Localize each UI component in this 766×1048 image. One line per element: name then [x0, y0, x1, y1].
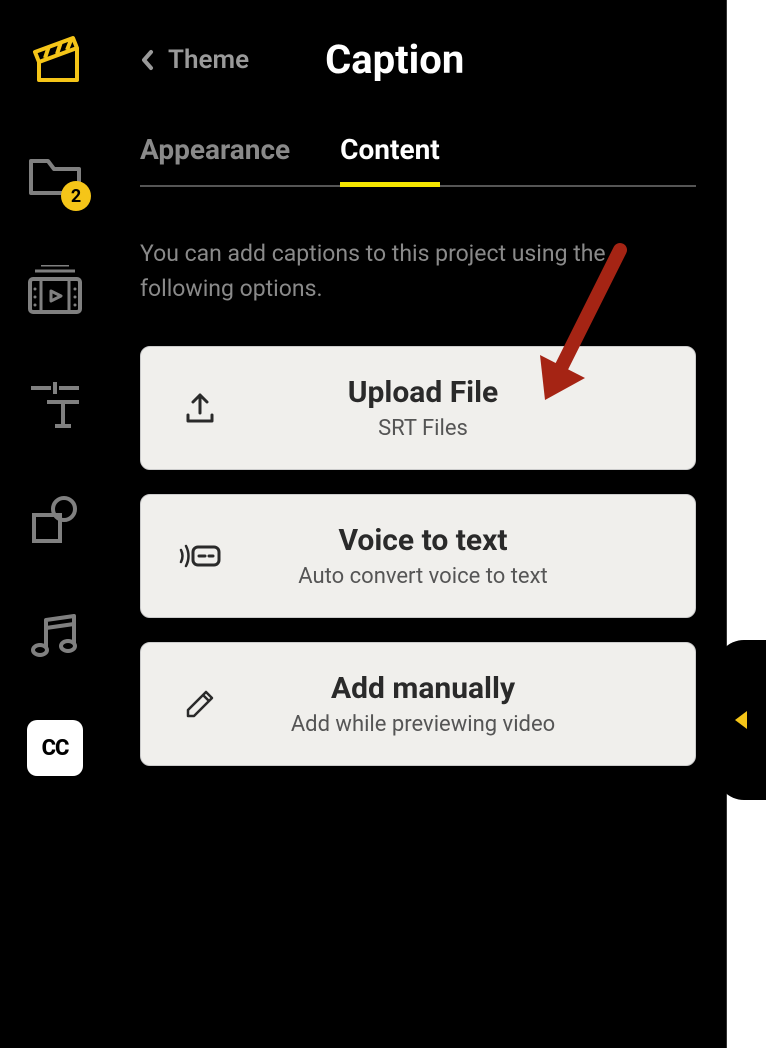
- caption-panel: 2: [0, 0, 727, 1048]
- sidebar-item-templates[interactable]: [25, 260, 85, 320]
- panel-header: Theme Caption: [140, 36, 696, 83]
- tab-content[interactable]: Content: [340, 133, 440, 187]
- cc-icon: CC: [42, 736, 69, 761]
- option-title: Upload File: [245, 375, 601, 410]
- video-templates-icon: [27, 265, 83, 315]
- tab-appearance[interactable]: Appearance: [140, 133, 290, 187]
- option-subtitle: SRT Files: [245, 416, 601, 441]
- upload-icon: [165, 391, 235, 425]
- option-upload-file[interactable]: Upload File SRT Files: [140, 346, 696, 470]
- page-title: Caption: [325, 36, 464, 83]
- chevron-left-icon: [140, 49, 154, 71]
- back-button[interactable]: Theme: [140, 45, 249, 75]
- text-settings-icon: [27, 380, 83, 430]
- shapes-icon: [30, 495, 80, 545]
- main-content: Theme Caption Appearance Content You can…: [110, 0, 726, 1048]
- option-title: Voice to text: [245, 523, 601, 558]
- option-add-manually[interactable]: Add manually Add while previewing video: [140, 642, 696, 766]
- caption-options: Upload File SRT Files Voice to text: [140, 346, 696, 766]
- option-subtitle: Auto convert voice to text: [245, 564, 601, 589]
- sidebar-item-audio[interactable]: [25, 605, 85, 665]
- tool-sidebar: 2: [0, 0, 110, 1048]
- option-voice-to-text[interactable]: Voice to text Auto convert voice to text: [140, 494, 696, 618]
- option-title: Add manually: [245, 671, 601, 706]
- music-note-icon: [30, 610, 80, 660]
- film-clapper-icon: [27, 32, 83, 88]
- sidebar-item-theme[interactable]: [25, 30, 85, 90]
- voice-to-text-icon: [165, 542, 235, 570]
- option-subtitle: Add while previewing video: [245, 712, 601, 737]
- description-text: You can add captions to this project usi…: [140, 237, 696, 306]
- back-label: Theme: [168, 45, 249, 75]
- sidebar-item-media[interactable]: 2: [25, 145, 85, 205]
- sidebar-item-text[interactable]: [25, 375, 85, 435]
- sidebar-item-captions[interactable]: CC: [27, 720, 83, 776]
- pencil-icon: [165, 688, 235, 720]
- tabs: Appearance Content: [140, 133, 696, 187]
- sidebar-item-elements[interactable]: [25, 490, 85, 550]
- triangle-left-icon: [735, 711, 747, 729]
- media-count-badge: 2: [61, 181, 91, 211]
- collapse-panel-button[interactable]: [716, 640, 766, 800]
